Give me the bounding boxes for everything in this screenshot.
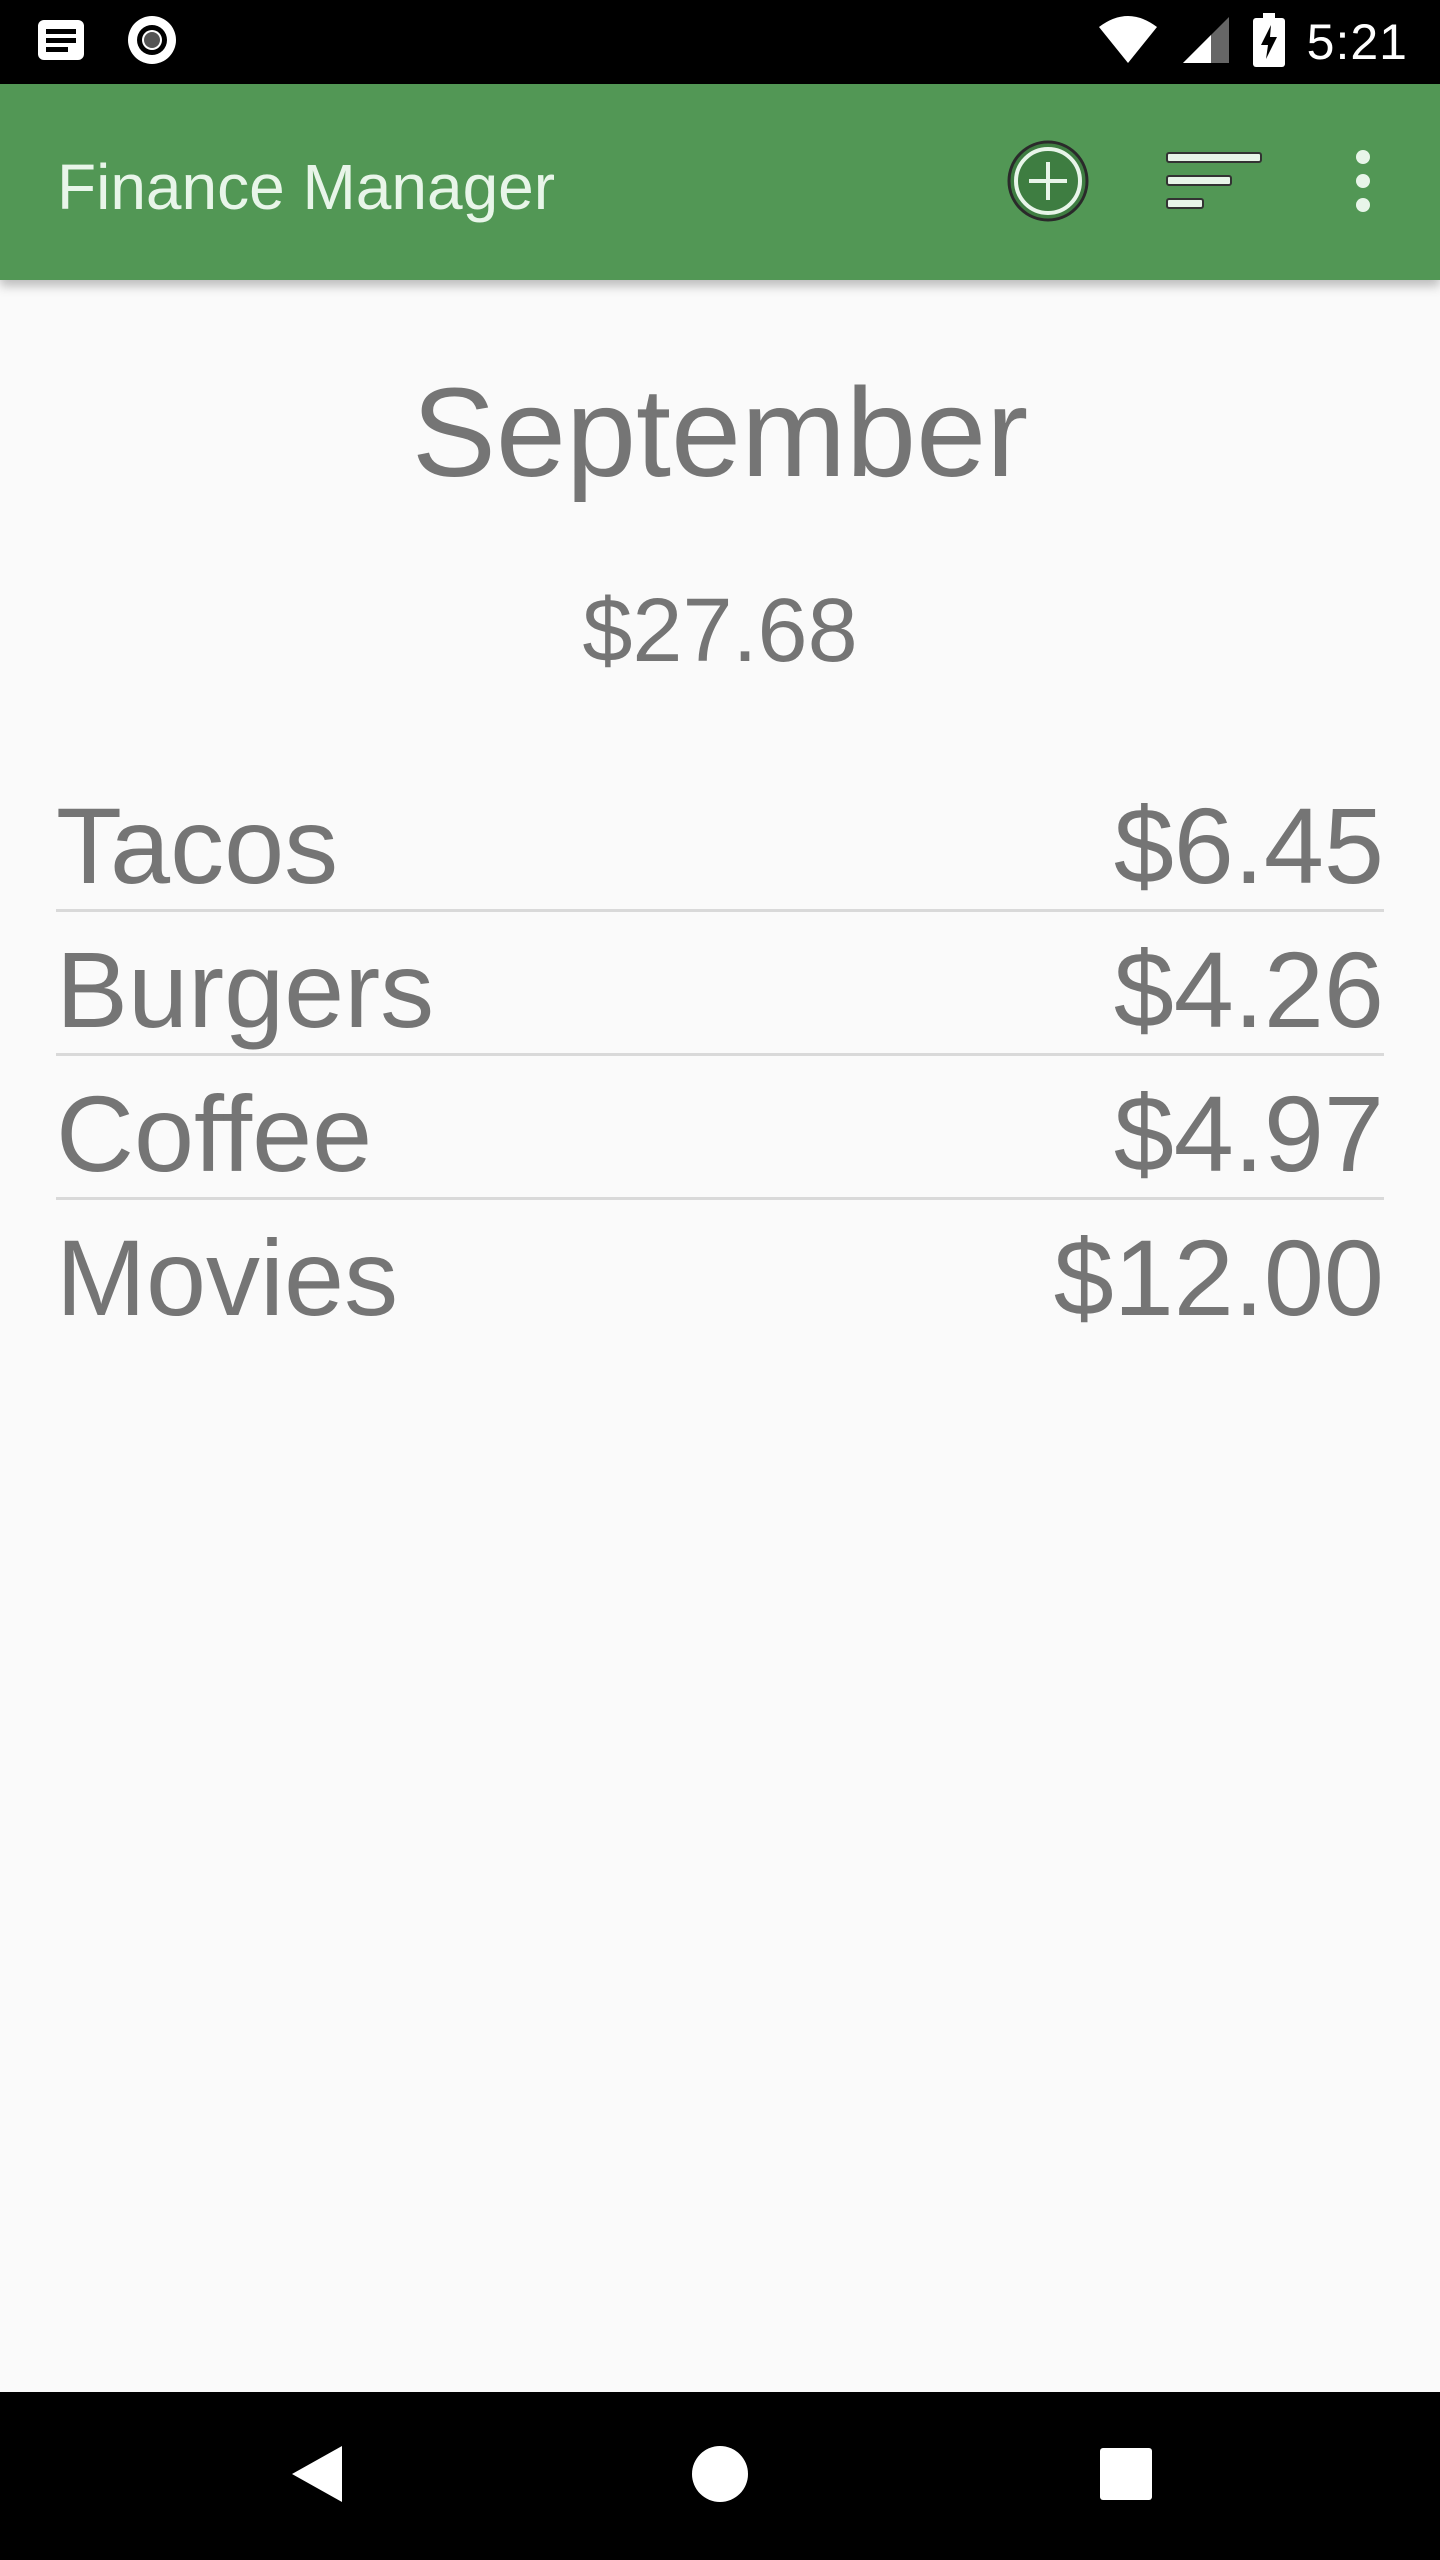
wifi-icon <box>1097 15 1159 70</box>
expense-list: Tacos $6.45 Burgers $4.26 Coffee $4.97 M… <box>56 768 1384 1344</box>
month-title: September <box>411 362 1029 503</box>
battery-charging-icon <box>1252 12 1285 72</box>
expense-amount: $4.97 <box>1113 1073 1384 1194</box>
back-button[interactable] <box>276 2436 356 2516</box>
cell-signal-icon <box>1181 15 1231 70</box>
navigation-bar <box>0 2392 1440 2560</box>
app-title: Finance Manager <box>57 151 556 223</box>
recents-button[interactable] <box>1086 2436 1166 2516</box>
expense-name: Tacos <box>56 785 339 906</box>
home-icon <box>690 2444 750 2509</box>
expense-row[interactable]: Tacos $6.45 <box>56 768 1384 912</box>
status-time: 5:21 <box>1306 14 1408 70</box>
expense-amount: $12.00 <box>1053 1217 1384 1338</box>
record-icon <box>126 14 178 71</box>
expense-row[interactable]: Movies $12.00 <box>56 1200 1384 1344</box>
add-expense-button[interactable] <box>993 128 1103 238</box>
expense-amount: $4.26 <box>1113 929 1384 1050</box>
status-bar-left <box>36 15 178 67</box>
recents-icon <box>1098 2446 1154 2507</box>
expense-row[interactable]: Burgers $4.26 <box>56 912 1384 1056</box>
back-icon <box>286 2442 346 2511</box>
sort-icon <box>1165 149 1265 218</box>
status-bar-right: 5:21 <box>1097 10 1408 74</box>
main-content: September $27.68 Tacos $6.45 Burgers $4.… <box>0 280 1440 2392</box>
expense-name: Movies <box>56 1217 399 1338</box>
app-bar: Finance Manager <box>0 84 1440 280</box>
notification-icon <box>36 18 86 67</box>
expense-row[interactable]: Coffee $4.97 <box>56 1056 1384 1200</box>
expense-name: Burgers <box>56 929 435 1050</box>
more-options-button[interactable] <box>1308 128 1418 238</box>
expense-amount: $6.45 <box>1113 785 1384 906</box>
more-vert-icon <box>1353 149 1373 218</box>
month-total: $27.68 <box>582 581 858 681</box>
add-circle-icon <box>1005 138 1091 229</box>
home-button[interactable] <box>680 2436 760 2516</box>
sort-button[interactable] <box>1160 128 1270 238</box>
expense-name: Coffee <box>56 1073 373 1194</box>
status-bar: 5:21 <box>0 0 1440 84</box>
